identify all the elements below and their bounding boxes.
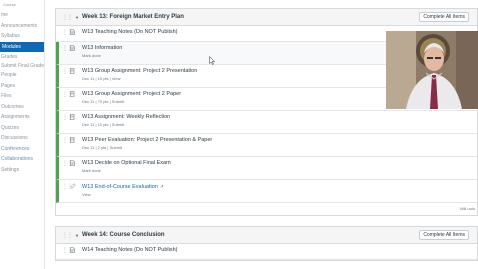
module-title: Week 14: Course Conclusion [81,232,165,238]
item-title[interactable]: W13 Group Assignment: Project 2 Presenta… [82,68,197,75]
nav-item-conferences[interactable]: Conferences [0,144,44,155]
presenter-video-frame [386,31,478,109]
presenter-webcam-video [386,31,478,109]
course-nav-header: Course [3,2,16,7]
nav-item-collaborations[interactable]: Collaborations [0,154,44,165]
item-title[interactable]: W13 Peer Evaluation: Project 2 Presentat… [82,137,212,144]
module-item[interactable]: ⋮⋮ W13 Decide on Optional Final Exam Mar… [56,157,477,180]
nav-item-syllabus[interactable]: Syllabus [0,31,44,42]
drag-handle-icon[interactable]: ⋮⋮ [62,45,73,52]
page-icon [70,45,76,51]
item-title-link[interactable]: W13 End-of-Course Evaluation ↗ [82,183,164,191]
drag-handle-icon[interactable]: ⋮⋮ [62,232,73,239]
module-item[interactable]: ⋮⋮ W13 Peer Evaluation: Project 2 Presen… [56,134,477,157]
module-item[interactable]: ⋮⋮ W13 Assignment: Weekly Reflection Dec… [56,111,477,134]
item-title[interactable]: W13 End-of-Course Evaluation [82,184,158,190]
complete-all-items-button[interactable]: Complete All Items [419,230,469,240]
module-header[interactable]: ⋮⋮ ▼ Week 14: Course Conclusion Complete… [56,227,477,244]
nav-item-pages[interactable]: Pages [0,81,44,92]
nav-item-people[interactable]: People [0,70,44,81]
nav-item-modules[interactable]: Modules [0,41,44,52]
drag-handle-icon[interactable]: ⋮⋮ [62,68,73,75]
item-title[interactable]: W13 Decide on Optional Final Exam [82,160,171,167]
nav-item-home[interactable]: me [0,10,44,21]
drag-handle-icon[interactable]: ⋮⋮ [62,137,73,144]
module-item[interactable]: ⋮⋮ W13 End-of-Course Evaluation ↗ View [56,180,477,203]
prerequisite-note: Will unlo [459,206,475,211]
item-meta[interactable]: Mark done [82,168,171,174]
module-header[interactable]: ⋮⋮ ▼ Week 13: Foreign Market Entry Plan … [56,9,477,26]
page-icon [70,29,76,35]
item-meta: Dec 11 | 10 pts | View [82,76,121,81]
external-link-icon: ↗ [159,184,164,189]
page-icon [70,160,76,166]
nav-item-submit-final-grades[interactable]: Submit Final Grades [0,63,44,71]
item-title[interactable]: W13 Assignment: Weekly Reflection [82,114,170,121]
drag-handle-icon[interactable]: ⋮⋮ [62,183,73,190]
nav-item-settings[interactable]: Settings [0,165,44,176]
item-title[interactable]: W13 Information [82,45,122,52]
drag-handle-icon[interactable]: ⋮⋮ [62,160,73,167]
assignment-icon [70,68,76,74]
nav-item-discussions[interactable]: Discussions [0,133,44,144]
item-title[interactable]: W14 Teaching Notes (Do NOT Publish) [82,247,177,254]
link-icon [70,183,76,189]
module-item[interactable]: ⋮⋮ W14 Teaching Notes (Do NOT Publish) [56,244,477,260]
assignment-icon [70,91,76,97]
course-navigation: Course me Announcements Syllabus Modules… [0,0,45,269]
drag-handle-icon[interactable]: ⋮⋮ [62,14,73,21]
collapse-caret-icon[interactable]: ▼ [75,15,79,20]
complete-all-items-button[interactable]: Complete All Items [419,12,469,22]
module-title: Week 13: Foreign Market Entry Plan [81,14,184,20]
nav-item-grades[interactable]: Grades [0,52,44,63]
mouse-cursor-icon [209,56,215,65]
drag-handle-icon[interactable]: ⋮⋮ [62,247,73,254]
item-meta: Dec 11 | 10 pts | Submit [82,122,125,127]
drag-handle-icon[interactable]: ⋮⋮ [62,91,73,98]
nav-item-announcements[interactable]: Announcements [0,21,44,32]
drag-handle-icon[interactable]: ⋮⋮ [62,29,73,36]
item-title[interactable]: W13 Group Assignment: Project 2 Paper [82,91,181,98]
item-meta[interactable]: View [82,192,164,198]
collapse-caret-icon[interactable]: ▼ [75,233,79,238]
item-title[interactable]: W13 Teaching Notes (Do NOT Publish) [82,29,177,36]
item-meta: Dec 11 | 70 pts | Submit [82,99,125,104]
page-icon [70,247,76,253]
assignment-icon [70,137,76,143]
module-footer: Will unlo [56,203,477,215]
assignment-icon [70,114,76,120]
item-meta: Dec 11 | 2 pts | Submit [82,145,123,150]
nav-item-outcomes[interactable]: Outcomes [0,102,44,113]
drag-handle-icon[interactable]: ⋮⋮ [62,114,73,121]
item-meta[interactable]: Mark done [82,53,122,59]
nav-item-files[interactable]: Files [0,91,44,102]
nav-item-quizzes[interactable]: Quizzes [0,123,44,134]
nav-item-assignments[interactable]: Assignments [0,112,44,123]
module-week-14: ⋮⋮ ▼ Week 14: Course Conclusion Complete… [55,226,478,261]
